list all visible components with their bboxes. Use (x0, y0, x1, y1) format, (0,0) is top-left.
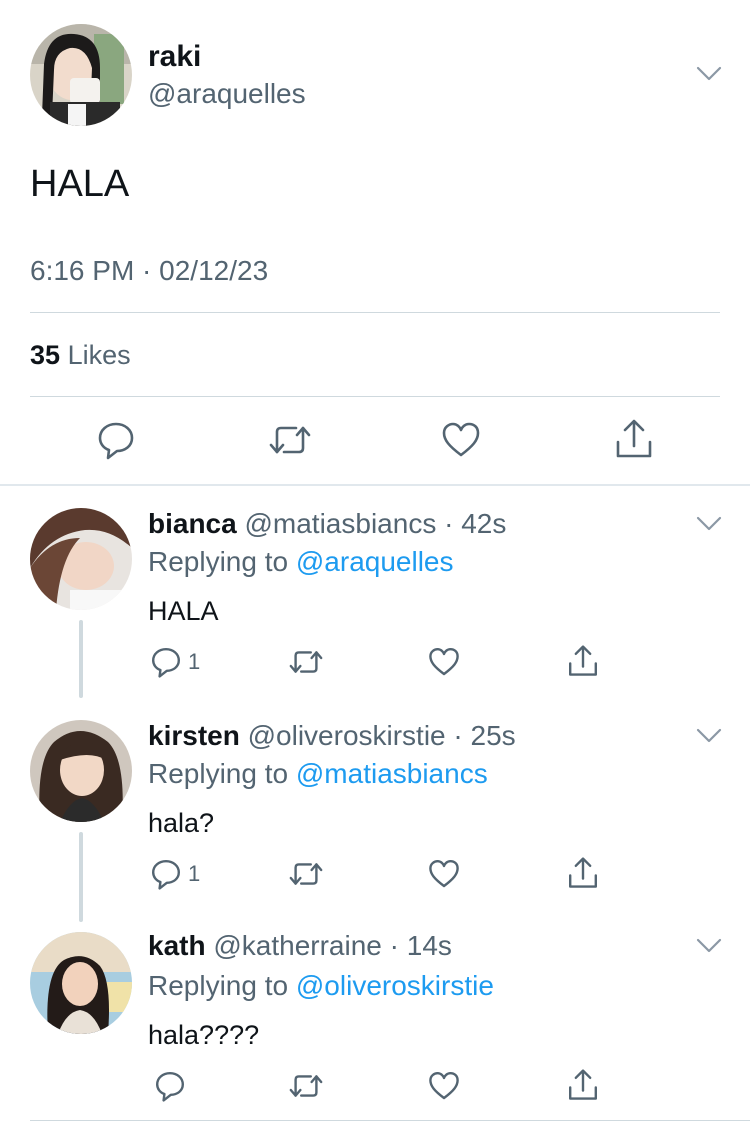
reply-tweet[interactable]: bianca @matiasbiancs · 42s Replying to @… (0, 486, 750, 698)
reply-time[interactable]: · 25s (453, 720, 515, 751)
avatar-kirsten[interactable] (30, 720, 132, 822)
heart-icon (429, 648, 459, 676)
reply-time[interactable]: · 42s (444, 508, 506, 539)
divider (30, 396, 720, 397)
retweet-icon (269, 426, 311, 454)
main-tweet-actions (0, 410, 750, 470)
retweet-button[interactable] (288, 646, 324, 678)
reply-icon (156, 1072, 184, 1102)
main-tweet-handle[interactable]: @araquelles (148, 78, 306, 110)
replying-mention[interactable]: @araquelles (296, 546, 454, 577)
heart-icon (429, 1072, 459, 1100)
reply-header: kirsten @oliveroskirstie · 25s (148, 720, 516, 752)
chevron-down-icon[interactable] (696, 66, 722, 82)
reply-header: bianca @matiasbiancs · 42s (148, 508, 506, 540)
reply-handle[interactable]: @matiasbiancs (244, 508, 436, 539)
replying-to-line: Replying to @oliveroskirstie (148, 970, 494, 1002)
retweet-icon (289, 1075, 323, 1097)
reply-handle[interactable]: @oliveroskirstie (248, 720, 446, 751)
reply-icon (98, 422, 134, 460)
like-button[interactable] (428, 1070, 460, 1102)
likes-label: Likes (67, 340, 131, 370)
replying-to-line: Replying to @araquelles (148, 546, 454, 578)
retweet-icon (289, 651, 323, 673)
avatar-bianca[interactable] (30, 508, 132, 610)
heart-icon (429, 860, 459, 888)
share-icon (569, 1069, 597, 1100)
reply-name[interactable]: kath (148, 930, 206, 961)
thread-line (79, 620, 83, 698)
replying-mention[interactable]: @matiasbiancs (296, 758, 488, 789)
retweet-button[interactable] (268, 420, 312, 460)
share-icon (569, 857, 597, 888)
replying-to-line: Replying to @matiasbiancs (148, 758, 488, 790)
main-tweet-name[interactable]: raki (148, 40, 201, 74)
replying-prefix: Replying to (148, 758, 289, 789)
replying-prefix: Replying to (148, 970, 289, 1001)
reply-button[interactable] (96, 420, 136, 460)
retweet-button[interactable] (288, 1070, 324, 1102)
share-button[interactable] (614, 418, 654, 460)
replying-mention[interactable]: @oliveroskirstie (296, 970, 494, 1001)
reply-text: hala???? (148, 1020, 260, 1050)
likes-row[interactable]: 35 Likes (30, 340, 131, 371)
reply-header: kath @katherraine · 14s (148, 930, 452, 962)
main-tweet: raki @araquelles HALA 6:16 PM · 02/12/23… (0, 0, 750, 485)
share-button[interactable] (567, 644, 599, 678)
chevron-down-icon[interactable] (696, 728, 722, 744)
reply-button[interactable]: 1 (150, 646, 200, 678)
avatar-raki[interactable] (30, 24, 132, 126)
reply-count: 1 (188, 861, 201, 886)
reply-tweet[interactable]: kirsten @oliveroskirstie · 25s Replying … (0, 698, 750, 922)
likes-count: 35 (30, 340, 61, 370)
retweet-button[interactable] (288, 858, 324, 890)
thread-line (79, 832, 83, 922)
reply-time[interactable]: · 14s (390, 930, 452, 961)
reply-name[interactable]: bianca (148, 508, 237, 539)
share-icon (569, 645, 597, 676)
replying-prefix: Replying to (148, 546, 289, 577)
retweet-icon (289, 863, 323, 885)
like-button[interactable] (428, 646, 460, 678)
reply-button[interactable]: 1 (150, 858, 200, 890)
divider (30, 312, 720, 313)
reply-button[interactable] (154, 1070, 186, 1102)
main-tweet-timestamp[interactable]: 6:16 PM · 02/12/23 (30, 255, 268, 287)
reply-tweet[interactable]: kath @katherraine · 14s Replying to @oli… (0, 910, 750, 1120)
reply-text: hala? (148, 808, 215, 838)
like-button[interactable] (441, 420, 481, 460)
main-tweet-text: HALA (30, 163, 130, 205)
reply-icon (152, 860, 180, 890)
reply-name[interactable]: kirsten (148, 720, 240, 751)
chevron-down-icon[interactable] (696, 516, 722, 532)
heart-icon (442, 422, 480, 457)
reply-count: 1 (188, 649, 201, 674)
like-button[interactable] (428, 858, 460, 890)
share-icon (616, 419, 652, 458)
reply-handle[interactable]: @katherraine (213, 930, 382, 961)
share-button[interactable] (567, 856, 599, 890)
avatar-kath[interactable] (30, 932, 132, 1034)
reply-icon (152, 648, 180, 678)
share-button[interactable] (567, 1068, 599, 1102)
chevron-down-icon[interactable] (696, 938, 722, 954)
reply-text: HALA (148, 596, 219, 626)
